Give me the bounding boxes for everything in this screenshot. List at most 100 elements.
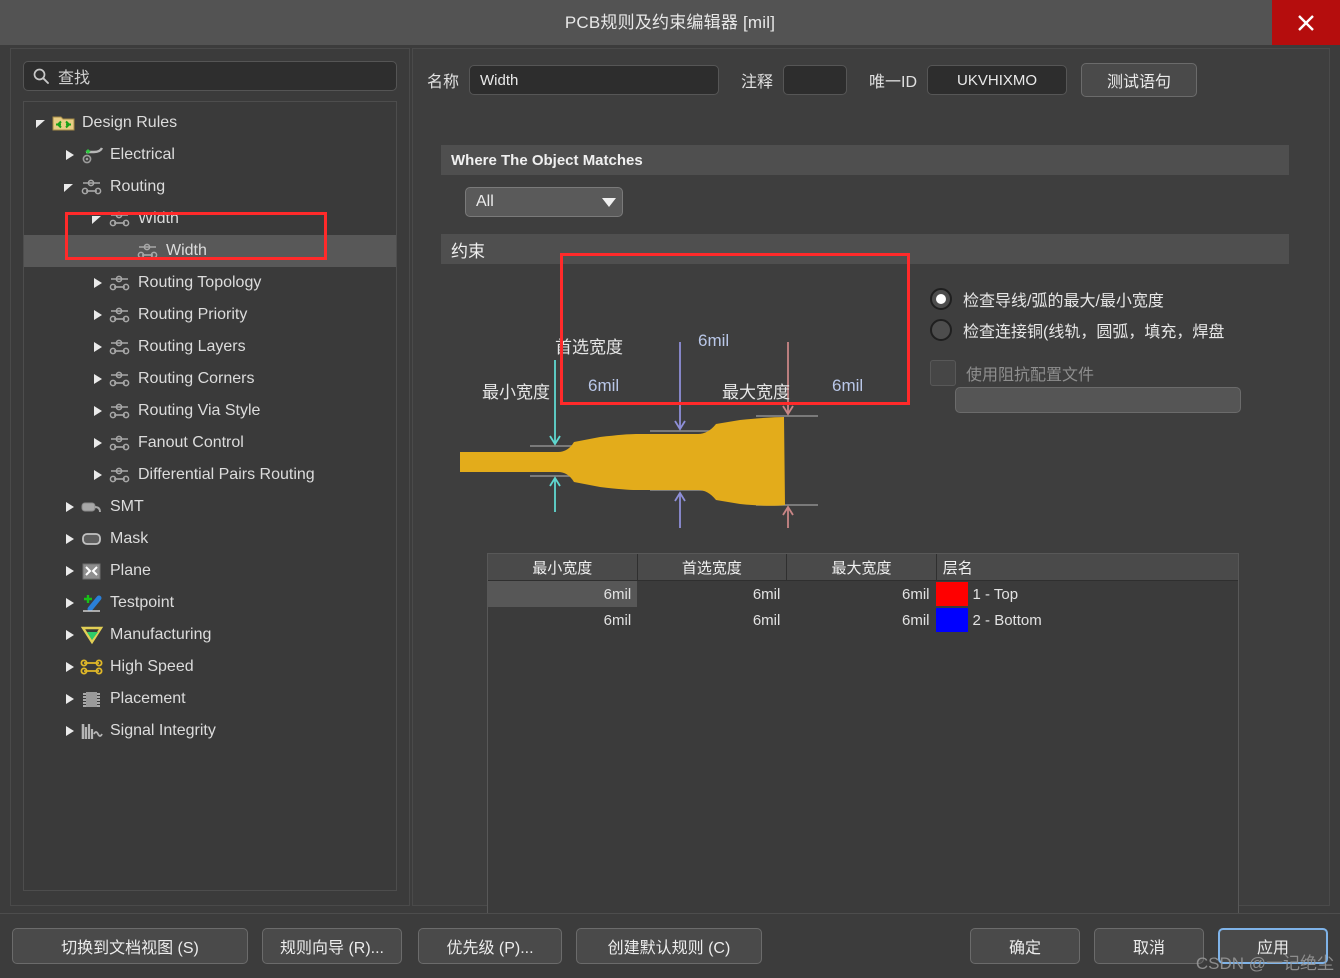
switch-to-document-view-button[interactable]: 切换到文档视图 (S): [12, 928, 248, 964]
watermark: CSDN @一记绝尘: [1195, 954, 1334, 973]
tree-item-label: Routing Via Style: [138, 402, 261, 419]
routing-icon: [81, 179, 102, 195]
tree-item-fanout-control[interactable]: Fanout Control: [24, 427, 396, 459]
impedance-profile-select[interactable]: [955, 387, 1241, 413]
tree-item-width[interactable]: Width: [24, 203, 396, 235]
table-body[interactable]: 6mil 6mil 6mil 1 - Top 6mil 6mil 6mil 2 - Botto…: [488, 581, 1238, 633]
expander-collapsed-icon: [66, 662, 74, 672]
tree-item-label: Width: [166, 242, 207, 259]
radio-check-track-arc-width[interactable]: 检查导线/弧的最大/最小宽度: [930, 287, 1164, 311]
plane-icon: [82, 563, 101, 580]
table-cell-layer[interactable]: 2 - Bottom: [968, 607, 1238, 633]
close-button[interactable]: [1272, 0, 1340, 45]
radio-check-connected-copper-label: 检查连接铜(线轨，圆弧，填充，焊盘: [963, 324, 1225, 341]
chevron-down-icon: [596, 197, 622, 208]
cancel-button[interactable]: 取消: [1094, 928, 1204, 964]
search-input[interactable]: 查找: [23, 61, 397, 91]
tree-item-routing[interactable]: Routing: [24, 171, 396, 203]
table-col-header[interactable]: 最大宽度: [787, 554, 937, 580]
tree-item-label: Width: [138, 210, 179, 227]
tree-item-placement[interactable]: Placement: [24, 683, 396, 715]
tree-item-label: Routing: [110, 178, 166, 195]
table-cell-preferred[interactable]: 6mil: [637, 607, 786, 633]
tree-item-differential-pairs-routing[interactable]: Differential Pairs Routing: [24, 459, 396, 491]
table-cell-max[interactable]: 6mil: [786, 607, 935, 633]
tree-item-smt[interactable]: SMT: [24, 491, 396, 523]
rules-tree-pane: 查找 Design Rules Electrical Routing Width Wid…: [10, 48, 410, 906]
tree-item-design-rules[interactable]: Design Rules: [24, 107, 396, 139]
preferred-width-value: 6mil: [698, 331, 730, 350]
radio-check-connected-copper[interactable]: 检查连接铜(线轨，圆弧，填充，焊盘: [930, 318, 1224, 342]
scope-select[interactable]: All: [465, 187, 623, 217]
tree-item-mask[interactable]: Mask: [24, 523, 396, 555]
table-cell-min[interactable]: 6mil: [488, 607, 637, 633]
tree-item-high-speed[interactable]: High Speed: [24, 651, 396, 683]
tree-item-label: Plane: [110, 562, 151, 579]
width-constraints-table[interactable]: 最小宽度 首选宽度 最大宽度 层名 6mil 6mil 6mil 1 - Top 6mil 6m…: [487, 553, 1239, 941]
tree-item-label: Design Rules: [82, 114, 178, 131]
tree-item-routing-layers[interactable]: Routing Layers: [24, 331, 396, 363]
tree-item-label: Differential Pairs Routing: [138, 466, 315, 483]
tree-item-electrical[interactable]: Electrical: [24, 139, 396, 171]
use-impedance-profile-label: 使用阻抗配置文件: [966, 367, 1095, 384]
table-cell-preferred[interactable]: 6mil: [637, 581, 786, 607]
radio-check-track-arc-width-label: 检查导线/弧的最大/最小宽度: [963, 293, 1164, 310]
name-label: 名称: [427, 74, 460, 91]
max-width-value: 6mil: [832, 376, 864, 395]
tree-item-plane[interactable]: Plane: [24, 555, 396, 587]
tree-item-label: Signal Integrity: [110, 722, 216, 739]
table-cell-max[interactable]: 6mil: [786, 581, 935, 607]
search-icon: [33, 68, 49, 84]
expander-expanded-icon: [36, 120, 45, 128]
tree-item-label: Routing Corners: [138, 370, 255, 387]
tree-item-manufacturing[interactable]: Manufacturing: [24, 619, 396, 651]
where-section-header: Where The Object Matches: [441, 145, 1289, 175]
tree-item-routing-topology[interactable]: Routing Topology: [24, 267, 396, 299]
expander-collapsed-icon: [66, 630, 74, 640]
table-col-header[interactable]: 最小宽度: [488, 554, 638, 580]
design-rules-tree[interactable]: Design Rules Electrical Routing Width Width R…: [23, 101, 397, 891]
create-default-rules-button[interactable]: 创建默认规则 (C): [576, 928, 762, 964]
table-cell-layer[interactable]: 1 - Top: [968, 581, 1238, 607]
use-impedance-profile-checkbox[interactable]: 使用阻抗配置文件: [930, 360, 1094, 386]
tree-item-label: Routing Priority: [138, 306, 248, 323]
comment-field[interactable]: [783, 65, 848, 95]
tree-item-routing-via-style[interactable]: Routing Via Style: [24, 395, 396, 427]
priorities-button[interactable]: 优先级 (P)...: [418, 928, 562, 964]
tree-item-testpoint[interactable]: Testpoint: [24, 587, 396, 619]
rule-header-fields: 名称 Width 注释 唯一ID UKVHIXMO 测试语句: [427, 59, 1317, 101]
tree-item-routing-corners[interactable]: Routing Corners: [24, 363, 396, 395]
test-query-button[interactable]: 测试语句: [1081, 63, 1198, 97]
scope-value: All: [476, 193, 494, 210]
table-row[interactable]: 6mil 6mil 6mil 1 - Top: [488, 581, 1238, 607]
routing-icon: [109, 403, 130, 419]
unique-id-field[interactable]: UKVHIXMO: [927, 65, 1068, 95]
table-col-header[interactable]: 首选宽度: [638, 554, 788, 580]
preferred-width-label: 首选宽度: [555, 338, 623, 357]
trace-width-illustration: [460, 342, 818, 528]
table-row[interactable]: 6mil 6mil 6mil 2 - Bottom: [488, 607, 1238, 633]
name-field[interactable]: Width: [469, 65, 720, 95]
table-cell-min[interactable]: 6mil: [488, 581, 638, 607]
expander-collapsed-icon: [66, 726, 74, 736]
search-placeholder: 查找: [58, 70, 91, 87]
ok-button[interactable]: 确定: [970, 928, 1080, 964]
expander-collapsed-icon: [94, 406, 102, 416]
testpoint-icon: [83, 595, 102, 612]
rule-wizard-button[interactable]: 规则向导 (R)...: [262, 928, 402, 964]
expander-collapsed-icon: [94, 310, 102, 320]
tree-item-label: Routing Topology: [138, 274, 262, 291]
routing-icon: [109, 339, 130, 355]
table-col-header[interactable]: 层名: [937, 554, 1238, 580]
tree-item-label: High Speed: [110, 658, 194, 675]
tree-item-signal-integrity[interactable]: Signal Integrity: [24, 715, 396, 747]
routing-icon: [109, 307, 130, 323]
footer-bar: 切换到文档视图 (S) 规则向导 (R)... 优先级 (P)... 创建默认规…: [0, 913, 1340, 978]
tree-item-routing-priority[interactable]: Routing Priority: [24, 299, 396, 331]
routing-icon: [109, 211, 130, 227]
expander-collapsed-icon: [66, 694, 74, 704]
tree-item-width[interactable]: Width: [24, 235, 396, 267]
placement-icon: [83, 692, 100, 707]
width-diagram: 首选宽度 6mil 最小宽度 6mil 最大宽度 6mil: [440, 300, 920, 530]
expander-collapsed-icon: [66, 534, 74, 544]
